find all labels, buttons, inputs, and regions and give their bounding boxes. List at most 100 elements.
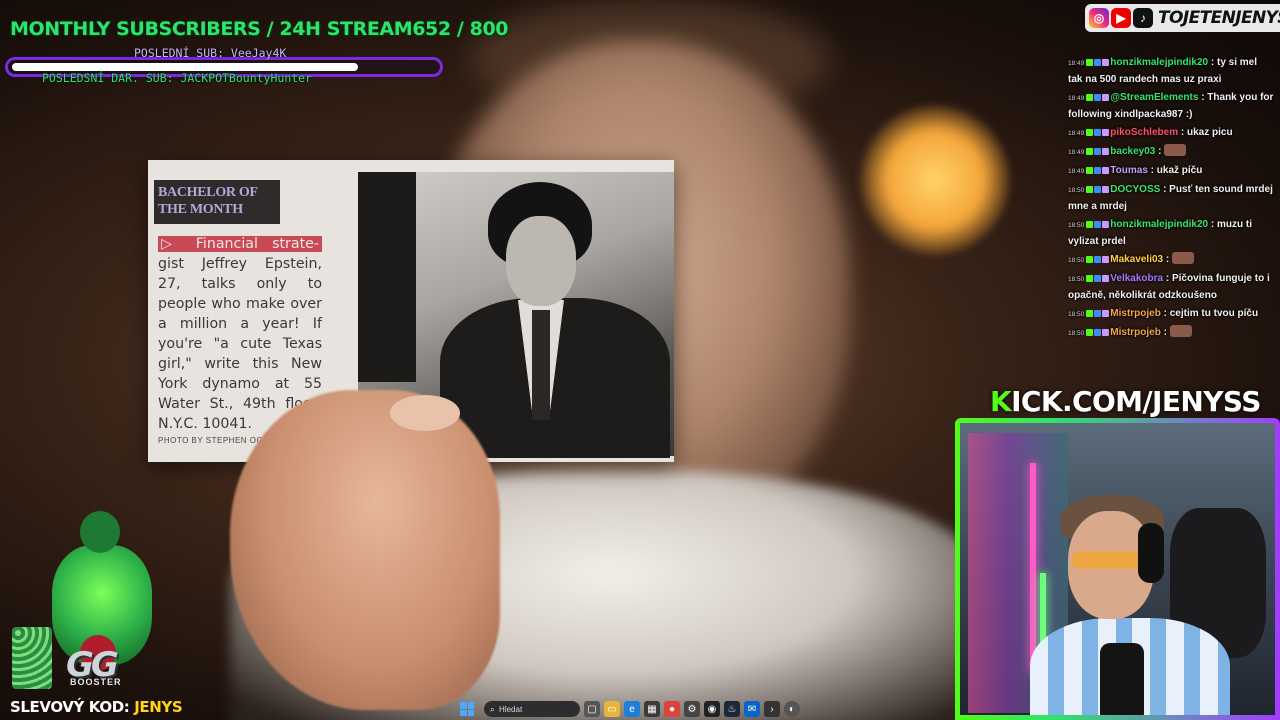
chat-timestamp: 18:50 bbox=[1068, 222, 1085, 229]
headset-icon bbox=[1138, 523, 1164, 583]
chat-text: : ukaž píču bbox=[1150, 165, 1203, 176]
kick-url-text: ICK.COM/JENYSS bbox=[1011, 385, 1261, 418]
chat-timestamp: 18:49 bbox=[1068, 168, 1085, 175]
chat-message: 18:50 Mistrpojeb : cejtim tu tvou píču bbox=[1068, 306, 1274, 323]
chat-badge-icon bbox=[1094, 59, 1102, 66]
chat-timestamp: 18:50 bbox=[1068, 276, 1085, 283]
chat-badge-icon bbox=[1094, 186, 1102, 193]
edge-icon[interactable]: e bbox=[624, 701, 640, 717]
clipping-heading: BACHELOR OF THE MONTH bbox=[154, 180, 280, 224]
sponsor-logo-sub: BOOSTER bbox=[70, 677, 122, 687]
chat-username[interactable]: Velkakobra bbox=[1110, 273, 1163, 284]
chat-message: 18:49 @StreamElements : Thank you for fol… bbox=[1068, 90, 1274, 123]
terminal-icon[interactable]: › bbox=[764, 701, 780, 717]
chat-username[interactable]: honzikmalejpindik20 bbox=[1110, 57, 1208, 68]
social-handle: TOJETENJENYS bbox=[1158, 8, 1280, 28]
taskbar-search-placeholder: Hledat bbox=[499, 704, 523, 714]
last-sub-label: POSLEDNÍ SUB: VeeJay4K bbox=[134, 46, 287, 60]
chat-text: : bbox=[1163, 327, 1167, 338]
chat-badge-icon bbox=[1102, 275, 1110, 282]
chat-badge-icon bbox=[1102, 310, 1110, 317]
chat-emote-icon bbox=[1172, 252, 1195, 264]
github-icon[interactable]: ◉ bbox=[704, 701, 720, 717]
holding-hand bbox=[230, 390, 500, 710]
promo-label: SLEVOVÝ KOD: bbox=[10, 698, 130, 716]
task-view-icon[interactable]: ▢ bbox=[584, 701, 600, 717]
chat-timestamp: 18:49 bbox=[1068, 130, 1085, 137]
obs-icon[interactable]: ◐ bbox=[784, 701, 800, 717]
chat-badge-icon bbox=[1086, 148, 1094, 155]
file-explorer-icon[interactable]: ▭ bbox=[604, 701, 620, 717]
chat-message: 18:50 Mistrpojeb : bbox=[1068, 325, 1274, 342]
settings-icon[interactable]: ⚙ bbox=[684, 701, 700, 717]
photo-doorway bbox=[358, 172, 416, 382]
clipping-highlight: ▷ Financial strate- bbox=[158, 236, 322, 252]
chat-message: 18:50 honzikmalejpindik20 : muzu ti vyliz… bbox=[1068, 217, 1274, 250]
chat-text: : ukaz picu bbox=[1180, 127, 1233, 138]
instagram-icon: ◎ bbox=[1089, 8, 1109, 28]
chat-panel: 18:49 honzikmalejpindik20 : ty si mel tak… bbox=[1068, 55, 1274, 344]
store-icon[interactable]: ▦ bbox=[644, 701, 660, 717]
chat-badge-icon bbox=[1086, 310, 1094, 317]
chrome-icon[interactable]: ● bbox=[664, 701, 680, 717]
chat-badge-icon bbox=[1086, 94, 1094, 101]
chat-username[interactable]: pikoSchlebem bbox=[1110, 127, 1178, 138]
chat-badge-icon bbox=[1094, 221, 1102, 228]
chat-emote-icon bbox=[1169, 325, 1192, 337]
streamer-glasses bbox=[1072, 551, 1148, 569]
taskbar-search[interactable]: ⌕ Hledat bbox=[484, 701, 580, 717]
chat-badge-icon bbox=[1102, 221, 1110, 228]
chat-text: : bbox=[1165, 254, 1170, 265]
chat-badge-icon bbox=[1102, 329, 1110, 336]
chat-username[interactable]: DOCYOSS bbox=[1110, 184, 1160, 195]
chat-badge-icon bbox=[1086, 186, 1094, 193]
search-icon: ⌕ bbox=[490, 703, 496, 714]
taskbar: ⌕ Hledat ▢ ▭ e ▦ ● ⚙ ◉ ♨ ✉ › ◐ bbox=[460, 698, 820, 720]
chat-message: 18:49 Toumas : ukaž píču bbox=[1068, 163, 1274, 180]
chat-text: : bbox=[1158, 146, 1162, 157]
steam-icon[interactable]: ♨ bbox=[724, 701, 740, 717]
chat-username[interactable]: Toumas bbox=[1110, 165, 1148, 176]
chat-badge-icon bbox=[1086, 129, 1094, 136]
chat-badge-icon bbox=[1086, 256, 1094, 263]
chat-username[interactable]: backey03 bbox=[1110, 146, 1155, 157]
chat-badge-icon bbox=[1102, 59, 1110, 66]
chat-username[interactable]: Mistrpojeb bbox=[1110, 308, 1161, 319]
subscriber-goal-fill bbox=[12, 63, 358, 71]
chat-badge-icon bbox=[1102, 256, 1110, 263]
photo-tie bbox=[532, 310, 550, 420]
kick-url: KICK.COM/JENYSS bbox=[990, 385, 1261, 418]
chat-message: 18:49 honzikmalejpindik20 : ty si mel tak… bbox=[1068, 55, 1274, 88]
webcam-frame bbox=[955, 418, 1280, 720]
chat-badge-icon bbox=[1102, 129, 1110, 136]
chat-badge-icon bbox=[1094, 275, 1102, 282]
chat-badge-icon bbox=[1094, 148, 1102, 155]
microphone-icon bbox=[1100, 643, 1144, 715]
chat-badge-icon bbox=[1086, 221, 1094, 228]
chat-username[interactable]: honzikmalejpindik20 bbox=[1110, 219, 1208, 230]
webcam-room bbox=[960, 423, 1275, 715]
chat-badge-icon bbox=[1094, 329, 1102, 336]
chat-message: 18:50 Velkakobra : Píčovina funguje to i … bbox=[1068, 271, 1274, 304]
chat-timestamp: 18:50 bbox=[1068, 330, 1085, 337]
chat-timestamp: 18:50 bbox=[1068, 311, 1085, 318]
chat-badge-icon bbox=[1102, 94, 1110, 101]
chat-badge-icon bbox=[1094, 310, 1102, 317]
chat-timestamp: 18:49 bbox=[1068, 60, 1085, 67]
chat-username[interactable]: Makaveli03 bbox=[1110, 254, 1163, 265]
chat-badge-icon bbox=[1094, 256, 1102, 263]
start-icon[interactable] bbox=[460, 702, 474, 716]
chat-username[interactable]: Mistrpojeb bbox=[1110, 327, 1161, 338]
chat-message: 18:49 pikoSchlebem : ukaz picu bbox=[1068, 125, 1274, 142]
mail-icon[interactable]: ✉ bbox=[744, 701, 760, 717]
chat-timestamp: 18:50 bbox=[1068, 257, 1085, 264]
photo-face bbox=[506, 216, 576, 306]
chat-badge-icon bbox=[1086, 167, 1094, 174]
subscriber-goal-title: MONTHLY SUBSCRIBERS / 24H STREAM652 / 80… bbox=[10, 18, 509, 40]
chat-badge-icon bbox=[1086, 275, 1094, 282]
chat-badge-icon bbox=[1094, 167, 1102, 174]
chat-username[interactable]: @StreamElements bbox=[1110, 92, 1198, 103]
stream-video-frame: BACHELOR OF THE MONTH ▷ Financial strate… bbox=[0, 0, 1280, 720]
promo-code: SLEVOVÝ KOD: JENYS bbox=[10, 698, 183, 716]
sponsor-mascot: GG BOOSTER bbox=[12, 505, 170, 695]
